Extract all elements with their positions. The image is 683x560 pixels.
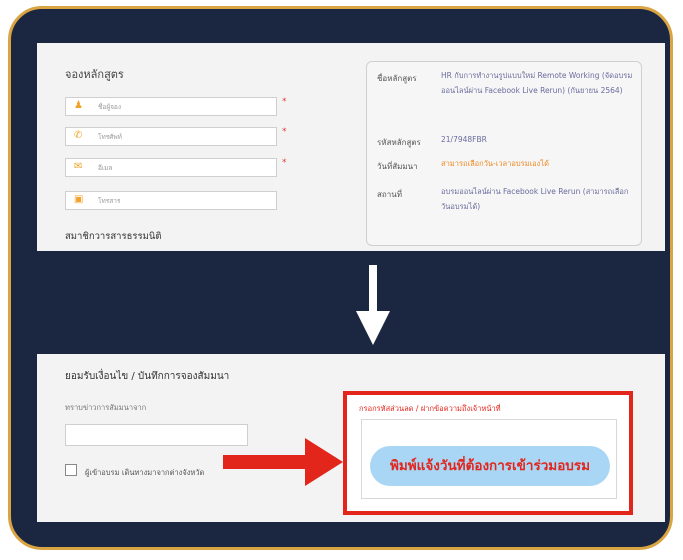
membership-label: สมาชิกวารสารธรรมนิติ xyxy=(65,231,162,242)
message-textarea[interactable]: พิมพ์แจ้งวันที่ต้องการเข้าร่วมอบรม xyxy=(361,419,617,499)
course-code-label: รหัสหลักสูตร xyxy=(377,138,421,147)
phone-icon: ✆ xyxy=(74,130,83,141)
email-field[interactable]: ✉ อีเมล xyxy=(65,158,277,177)
name-field[interactable]: ♟ ชื่อผู้จอง xyxy=(65,97,277,116)
booking-panel: จองหลักสูตร ♟ ชื่อผู้จอง * ✆ โทรศัพท์ * … xyxy=(37,43,665,251)
news-source-input[interactable] xyxy=(65,424,248,446)
venue-value: อบรมออนไลน์ผ่าน Facebook Live Rerun (สาม… xyxy=(441,187,629,211)
confirm-title: ยอมรับเงื่อนไข / บันทึกการจองสัมมนา xyxy=(65,371,230,382)
course-name-label: ชื่อหลักสูตร xyxy=(377,74,417,83)
fax-placeholder: โทรสาร xyxy=(98,197,121,205)
phone-field[interactable]: ✆ โทรศัพท์ xyxy=(65,127,277,146)
venue-label: สถานที่ xyxy=(377,190,402,199)
upcountry-checkbox[interactable] xyxy=(65,464,77,476)
red-arrow-shaft xyxy=(223,455,307,469)
seminar-date-label: วันที่สัมมนา xyxy=(377,162,418,171)
required-mark: * xyxy=(282,97,287,107)
name-placeholder: ชื่อผู้จอง xyxy=(98,103,122,111)
user-icon: ♟ xyxy=(74,100,83,111)
briefcase-icon: ▣ xyxy=(74,194,84,205)
booking-title: จองหลักสูตร xyxy=(65,68,124,81)
right-arrow-icon xyxy=(305,438,343,486)
discount-label: กรอกรหัสส่วนลด / ฝากข้อความถึงเจ้าหน้าที… xyxy=(359,404,501,413)
confirm-panel: ยอมรับเงื่อนไข / บันทึกการจองสัมมนา ทราบ… xyxy=(37,354,665,522)
tutorial-frame: จองหลักสูตร ♟ ชื่อผู้จอง * ✆ โทรศัพท์ * … xyxy=(8,6,673,550)
highlight-box: กรอกรหัสส่วนลด / ฝากข้อความถึงเจ้าหน้าที… xyxy=(343,391,633,515)
course-name-value: HR กับการทำงานรูปแบบใหม่ Remote Working … xyxy=(441,71,633,95)
seminar-date-value: สามารถเลือกวัน-เวลาอบรมเองได้ xyxy=(441,159,549,168)
email-placeholder: อีเมล xyxy=(98,164,113,172)
email-icon: ✉ xyxy=(74,161,83,172)
fax-field[interactable]: ▣ โทรสาร xyxy=(65,191,277,210)
course-info-box: ชื่อหลักสูตร HR กับการทำงานรูปแบบใหม่ Re… xyxy=(366,61,642,246)
required-mark: * xyxy=(282,158,287,168)
down-arrow-shaft xyxy=(369,265,377,317)
required-mark: * xyxy=(282,127,287,137)
course-code-value: 21/7948FBR xyxy=(441,135,487,144)
down-arrow-icon xyxy=(356,311,390,345)
upcountry-checkbox-label: ผู้เข้าอบรม เดินทางมาจากต่างจังหวัด xyxy=(85,468,205,477)
phone-placeholder: โทรศัพท์ xyxy=(98,133,122,141)
news-source-label: ทราบข่าวการสัมมนาจาก xyxy=(65,403,147,412)
callout-bubble: พิมพ์แจ้งวันที่ต้องการเข้าร่วมอบรม xyxy=(370,446,610,486)
